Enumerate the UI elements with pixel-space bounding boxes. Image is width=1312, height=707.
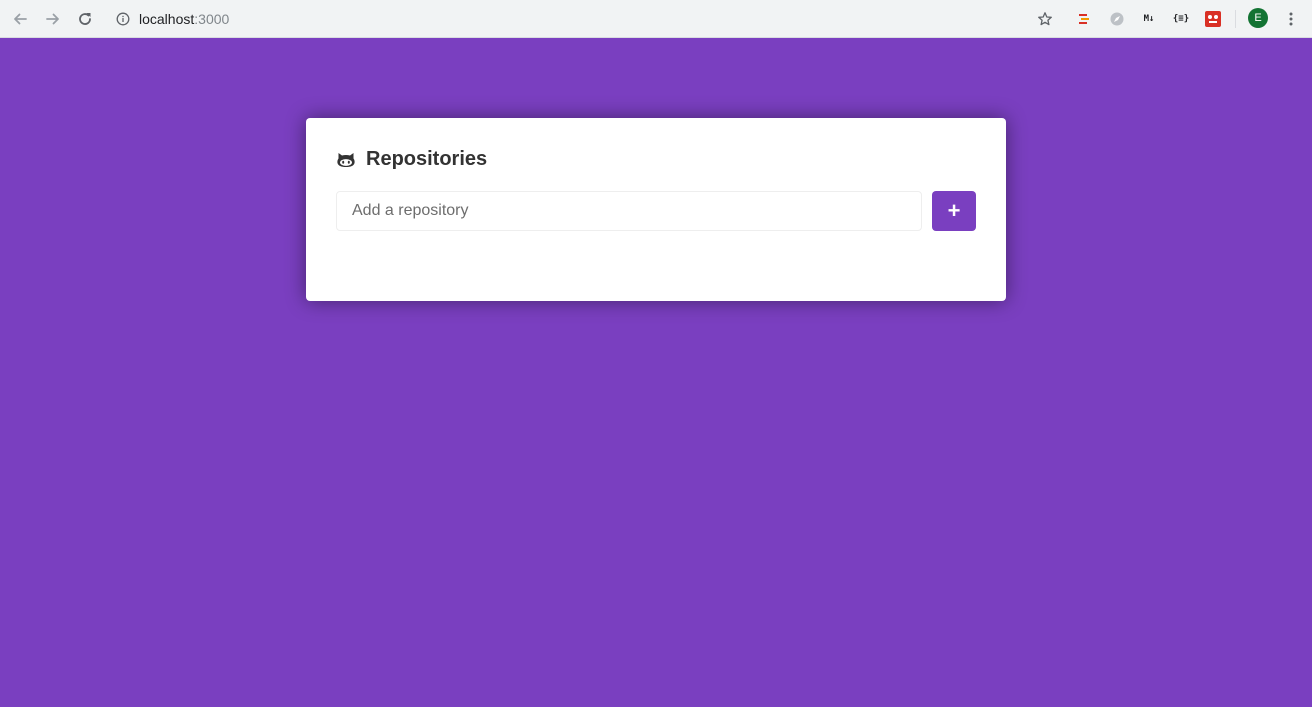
add-repository-button[interactable]: + bbox=[932, 191, 976, 231]
back-button[interactable] bbox=[8, 7, 32, 31]
more-vert-icon bbox=[1289, 12, 1293, 26]
address-bar[interactable]: localhost:3000 bbox=[116, 8, 229, 30]
extension-markdown-button[interactable]: M↓ bbox=[1139, 9, 1159, 29]
menu-button[interactable] bbox=[1279, 7, 1303, 31]
extension-json-button[interactable]: {≡} bbox=[1171, 9, 1191, 29]
star-icon bbox=[1038, 12, 1052, 26]
github-icon bbox=[337, 153, 355, 167]
repositories-card: Repositories + bbox=[306, 118, 1006, 301]
tag-extension-icon bbox=[1079, 14, 1089, 24]
add-repository-form: + bbox=[336, 191, 976, 231]
json-extension-icon: {≡} bbox=[1172, 14, 1190, 24]
forward-icon bbox=[46, 13, 59, 25]
toolbar-divider bbox=[1235, 10, 1236, 28]
compass-extension-icon bbox=[1110, 12, 1124, 26]
back-icon bbox=[14, 13, 27, 25]
profile-avatar[interactable]: E bbox=[1248, 8, 1268, 28]
url-port: :3000 bbox=[194, 11, 230, 27]
url-host: localhost bbox=[139, 11, 195, 27]
extension-red-button[interactable] bbox=[1203, 9, 1223, 29]
extension-tag-button[interactable] bbox=[1074, 9, 1094, 29]
info-icon[interactable] bbox=[116, 12, 130, 26]
browser-toolbar: localhost:3000 M↓ {≡} E bbox=[0, 0, 1312, 38]
reload-button[interactable] bbox=[73, 7, 97, 31]
repository-input[interactable] bbox=[336, 191, 922, 231]
markdown-extension-icon: M↓ bbox=[1143, 14, 1155, 24]
red-extension-icon bbox=[1205, 11, 1221, 27]
forward-button[interactable] bbox=[41, 7, 65, 31]
page-title: Repositories bbox=[366, 147, 488, 170]
extension-compass-button[interactable] bbox=[1107, 9, 1127, 29]
reload-icon bbox=[79, 13, 91, 25]
card-header: Repositories bbox=[336, 148, 976, 170]
bookmark-button[interactable] bbox=[1033, 7, 1057, 31]
